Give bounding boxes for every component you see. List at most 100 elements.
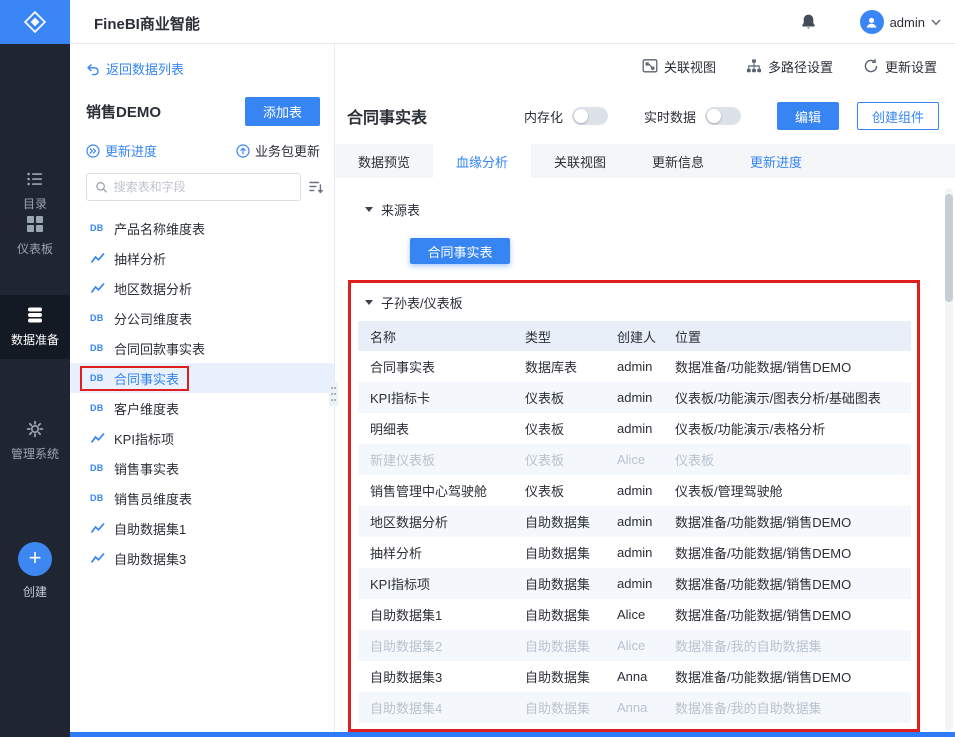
cell-creator: admin: [605, 568, 663, 599]
cell-location: 仪表板/功能演示/图表分析/基础图表: [663, 382, 911, 413]
table-title-row: 合同事实表 内存化 实时数据 编辑 创建组件: [335, 88, 955, 144]
app-sidebar: 目录 仪表板 数据准备 管理系统 + 创建: [0, 0, 70, 737]
grip-dots-icon: [331, 387, 336, 401]
create-component-button[interactable]: 创建组件: [856, 102, 939, 130]
relation-view-link[interactable]: 关联视图: [642, 57, 716, 76]
catalog-icon: [27, 172, 42, 186]
table-row[interactable]: KPI指标项 自助数据集 admin 数据准备/功能数据/销售DEMO: [358, 568, 911, 599]
table-list-item[interactable]: DB 合同回款事实表: [70, 333, 334, 363]
cell-name: 明细表: [370, 422, 410, 437]
sidebar-item-data-preparation[interactable]: 数据准备: [0, 295, 70, 359]
cell-name: KPI指标卡: [358, 382, 513, 413]
table-row[interactable]: 销售管理中心驾驶舱 仪表板 admin 仪表板/管理驾驶舱: [358, 475, 911, 506]
cell-location: 仪表板: [663, 444, 911, 475]
cell-name: 自助数据集4: [358, 692, 513, 723]
table-list-item[interactable]: DB 客户维度表: [70, 393, 334, 423]
table-row[interactable]: 新建仪表板 仪表板 Alice 仪表板: [358, 444, 911, 475]
sidebar-item-label: 管理系统: [10, 447, 59, 461]
back-to-data-list-link[interactable]: 返回数据列表: [86, 59, 318, 78]
add-table-button[interactable]: 添加表: [244, 97, 320, 126]
search-box: [86, 173, 301, 201]
table-list-item[interactable]: DB 分公司维度表: [70, 303, 334, 333]
tab[interactable]: 更新进度: [727, 144, 825, 178]
table-row[interactable]: 自助数据集1 自助数据集 Alice 数据准备/功能数据/销售DEMO: [358, 599, 911, 630]
table-list-item[interactable]: DB 合同事实表: [70, 363, 334, 393]
table-item-content: DB 产品名称维度表: [80, 216, 215, 241]
table-list-item[interactable]: DB 地区数据分析: [70, 273, 334, 303]
content-scrollbar[interactable]: [945, 188, 953, 731]
cell-creator: admin: [617, 483, 653, 498]
db-table-icon: DB: [90, 493, 104, 503]
update-progress-link[interactable]: 更新进度: [86, 141, 157, 160]
cell-type: 自助数据集: [525, 608, 591, 623]
bottom-window-edge: [70, 732, 955, 737]
source-section-header[interactable]: 来源表: [365, 200, 955, 219]
panel-resize-handle[interactable]: [329, 382, 338, 406]
tab[interactable]: 血缘分析: [433, 144, 531, 178]
main-toolbar: 关联视图 多路径设置 更新设置: [335, 44, 955, 88]
table-item-content: DB 地区数据分析: [80, 276, 202, 301]
cell-location: 数据准备/功能数据/销售DEMO: [663, 506, 911, 537]
source-table-node[interactable]: 合同事实表: [410, 238, 510, 264]
table-list-item[interactable]: DB 产品名称维度表: [70, 213, 334, 243]
descendants-section-header[interactable]: 子孙表/仪表板: [365, 293, 917, 312]
package-update-label: 业务包更新: [254, 144, 320, 159]
table-row[interactable]: 自助数据集2 自助数据集 Alice 数据准备/我的自助数据集: [358, 630, 911, 661]
tab[interactable]: 数据预览: [335, 144, 433, 178]
table-item-label: 自助数据集1: [114, 521, 187, 537]
page-title: 合同事实表: [347, 110, 428, 127]
realtime-toggle-label: 实时数据: [643, 109, 696, 125]
scrollbar-thumb[interactable]: [945, 194, 953, 302]
notification-bell-button[interactable]: [800, 13, 817, 35]
finebi-logo[interactable]: [0, 0, 70, 44]
update-settings-link[interactable]: 更新设置: [863, 57, 937, 76]
sidebar-item-dashboard[interactable]: 仪表板: [0, 215, 70, 257]
table-list-item[interactable]: DB KPI指标项: [70, 423, 334, 453]
back-link-label: 返回数据列表: [106, 62, 185, 77]
table-list-item[interactable]: DB 销售事实表: [70, 453, 334, 483]
tab[interactable]: 更新信息: [629, 144, 727, 178]
cell-type: 自助数据集: [525, 546, 591, 561]
sidebar-item-catalog[interactable]: 目录: [0, 170, 70, 212]
cell-name: KPI指标项: [358, 568, 513, 599]
database-icon: [28, 307, 42, 323]
table-list-item[interactable]: DB 抽样分析: [70, 243, 334, 273]
cell-location: 数据准备/我的自助数据集: [663, 630, 911, 661]
search-input[interactable]: [113, 180, 292, 194]
table-list-item[interactable]: DB 自助数据集1: [70, 513, 334, 543]
realtime-toggle[interactable]: [704, 107, 741, 125]
table-row[interactable]: 地区数据分析 自助数据集 admin 数据准备/功能数据/销售DEMO: [358, 506, 911, 537]
cell-location: 仪表板/管理驾驶舱: [675, 484, 783, 499]
cell-location: 数据准备/功能数据/销售DEMO: [663, 568, 911, 599]
person-icon: [866, 17, 877, 28]
descendants-section-title: 子孙表/仪表板: [381, 296, 463, 311]
sidebar-item-create[interactable]: + 创建: [0, 542, 70, 600]
main-area: 关联视图 多路径设置 更新设置 合同事实表 内存化 实时数据 编辑 创建组件 数…: [335, 44, 955, 737]
memory-toggle[interactable]: [571, 107, 608, 125]
search-icon: [96, 181, 108, 193]
tab[interactable]: 关联视图: [531, 144, 629, 178]
db-table-icon: DB: [90, 403, 104, 413]
edit-button[interactable]: 编辑: [776, 102, 839, 130]
table-item-content: DB 合同回款事实表: [80, 336, 215, 361]
table-row[interactable]: 明细表 仪表板 admin 仪表板/功能演示/表格分析: [358, 413, 911, 444]
user-menu[interactable]: admin: [859, 10, 941, 34]
table-row[interactable]: 自助数据集4 自助数据集 Anna 数据准备/我的自助数据集: [358, 692, 911, 723]
cell-type: 仪表板: [513, 444, 605, 475]
table-list-item[interactable]: DB 销售员维度表: [70, 483, 334, 513]
tab-label: 更新信息: [651, 154, 704, 170]
table-list-item[interactable]: DB 自助数据集3: [70, 543, 334, 573]
table-row[interactable]: 合同事实表 数据库表 admin 数据准备/功能数据/销售DEMO: [358, 351, 911, 382]
multipath-settings-link[interactable]: 多路径设置: [746, 57, 833, 76]
table-header-row: 名称 类型 创建人 位置: [358, 321, 911, 351]
tab-label: 血缘分析: [455, 154, 508, 170]
descendants-section-annotation: 子孙表/仪表板 名称 类型 创建人 位置 合同事实表 数据库表 admin 数据…: [348, 280, 920, 732]
sidebar-item-management[interactable]: 管理系统: [0, 420, 70, 462]
package-update-link[interactable]: 业务包更新: [236, 141, 320, 160]
table-row[interactable]: 自助数据集3 自助数据集 Anna 数据准备/功能数据/销售DEMO: [358, 661, 911, 692]
column-header-type: 类型: [513, 321, 605, 351]
table-row[interactable]: 抽样分析 自助数据集 admin 数据准备/功能数据/销售DEMO: [358, 537, 911, 568]
column-header-location: 位置: [663, 321, 911, 351]
table-row[interactable]: KPI指标卡 仪表板 admin 仪表板/功能演示/图表分析/基础图表: [358, 382, 911, 413]
sort-filter-icon[interactable]: [308, 179, 324, 195]
